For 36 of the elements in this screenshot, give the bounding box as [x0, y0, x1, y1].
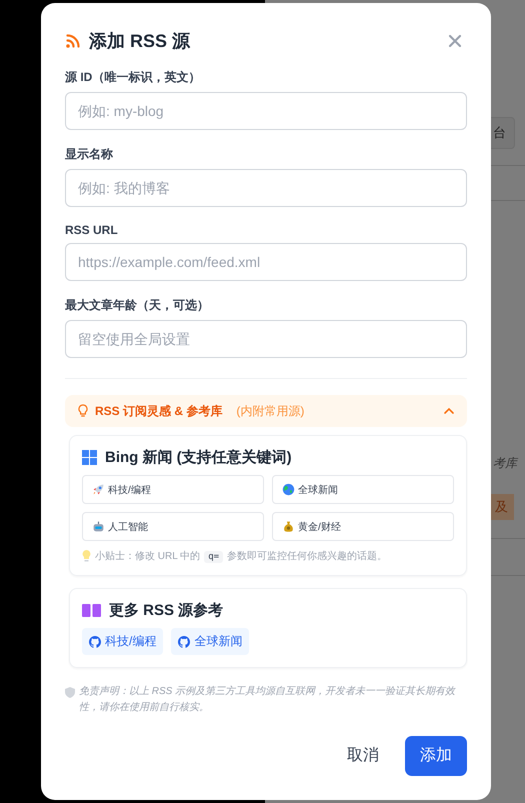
background-text: 考库 [493, 455, 517, 472]
globe-icon [282, 483, 295, 496]
dialog-title: 添加 RSS 源 [89, 30, 192, 53]
card-title: Bing 新闻 (支持任意关键词) [105, 448, 292, 467]
input-field[interactable]: 例如: my-blog [65, 92, 467, 130]
field-label: 显示名称 [65, 146, 114, 163]
card-title: 更多 RSS 源参考 [109, 601, 224, 620]
rocket-icon [92, 483, 105, 496]
field-label: 源 ID（唯一标识，英文） [65, 69, 202, 86]
input-field[interactable]: https://example.com/feed.xml [65, 243, 467, 281]
preset-chip[interactable]: 黄金/财经 [272, 512, 454, 541]
field-label: RSS URL [65, 223, 119, 237]
lightbulb-icon [82, 550, 91, 562]
disclaimer-text: 免责声明：以上 RSS 示例及第三方工具均源自互联网，开发者未一一验证其长期有效性，请你在使用前自行核实。 [79, 684, 457, 715]
windows-icon [82, 450, 97, 465]
github-icon [178, 636, 190, 648]
background-warning: 及 [491, 494, 514, 520]
shield-icon [65, 687, 75, 698]
field-label: 最大文章年龄（天，可选） [65, 297, 210, 314]
tip-text: 小贴士：修改 URL 中的 q= 参数即可监控任何你感兴趣的话题。 [95, 550, 388, 563]
add-button[interactable]: 添加 [405, 736, 467, 776]
money-bag-icon [282, 520, 295, 533]
close-icon [447, 33, 463, 49]
lightbulb-icon [77, 404, 89, 418]
input-field[interactable]: 例如: 我的博客 [65, 169, 467, 207]
preset-chip[interactable]: 全球新闻 [272, 475, 454, 504]
preset-chip[interactable]: 人工智能 [82, 512, 264, 541]
book-icon [82, 603, 101, 618]
preset-chip[interactable]: 科技/编程 [82, 475, 264, 504]
github-link[interactable]: 全球新闻 [171, 628, 250, 655]
input-field[interactable]: 留空使用全局设置 [65, 320, 467, 358]
rss-icon [65, 33, 81, 49]
robot-icon [92, 520, 105, 533]
github-link[interactable]: 科技/编程 [82, 628, 164, 655]
cancel-button[interactable]: 取消 [331, 735, 395, 776]
github-icon [89, 636, 101, 648]
